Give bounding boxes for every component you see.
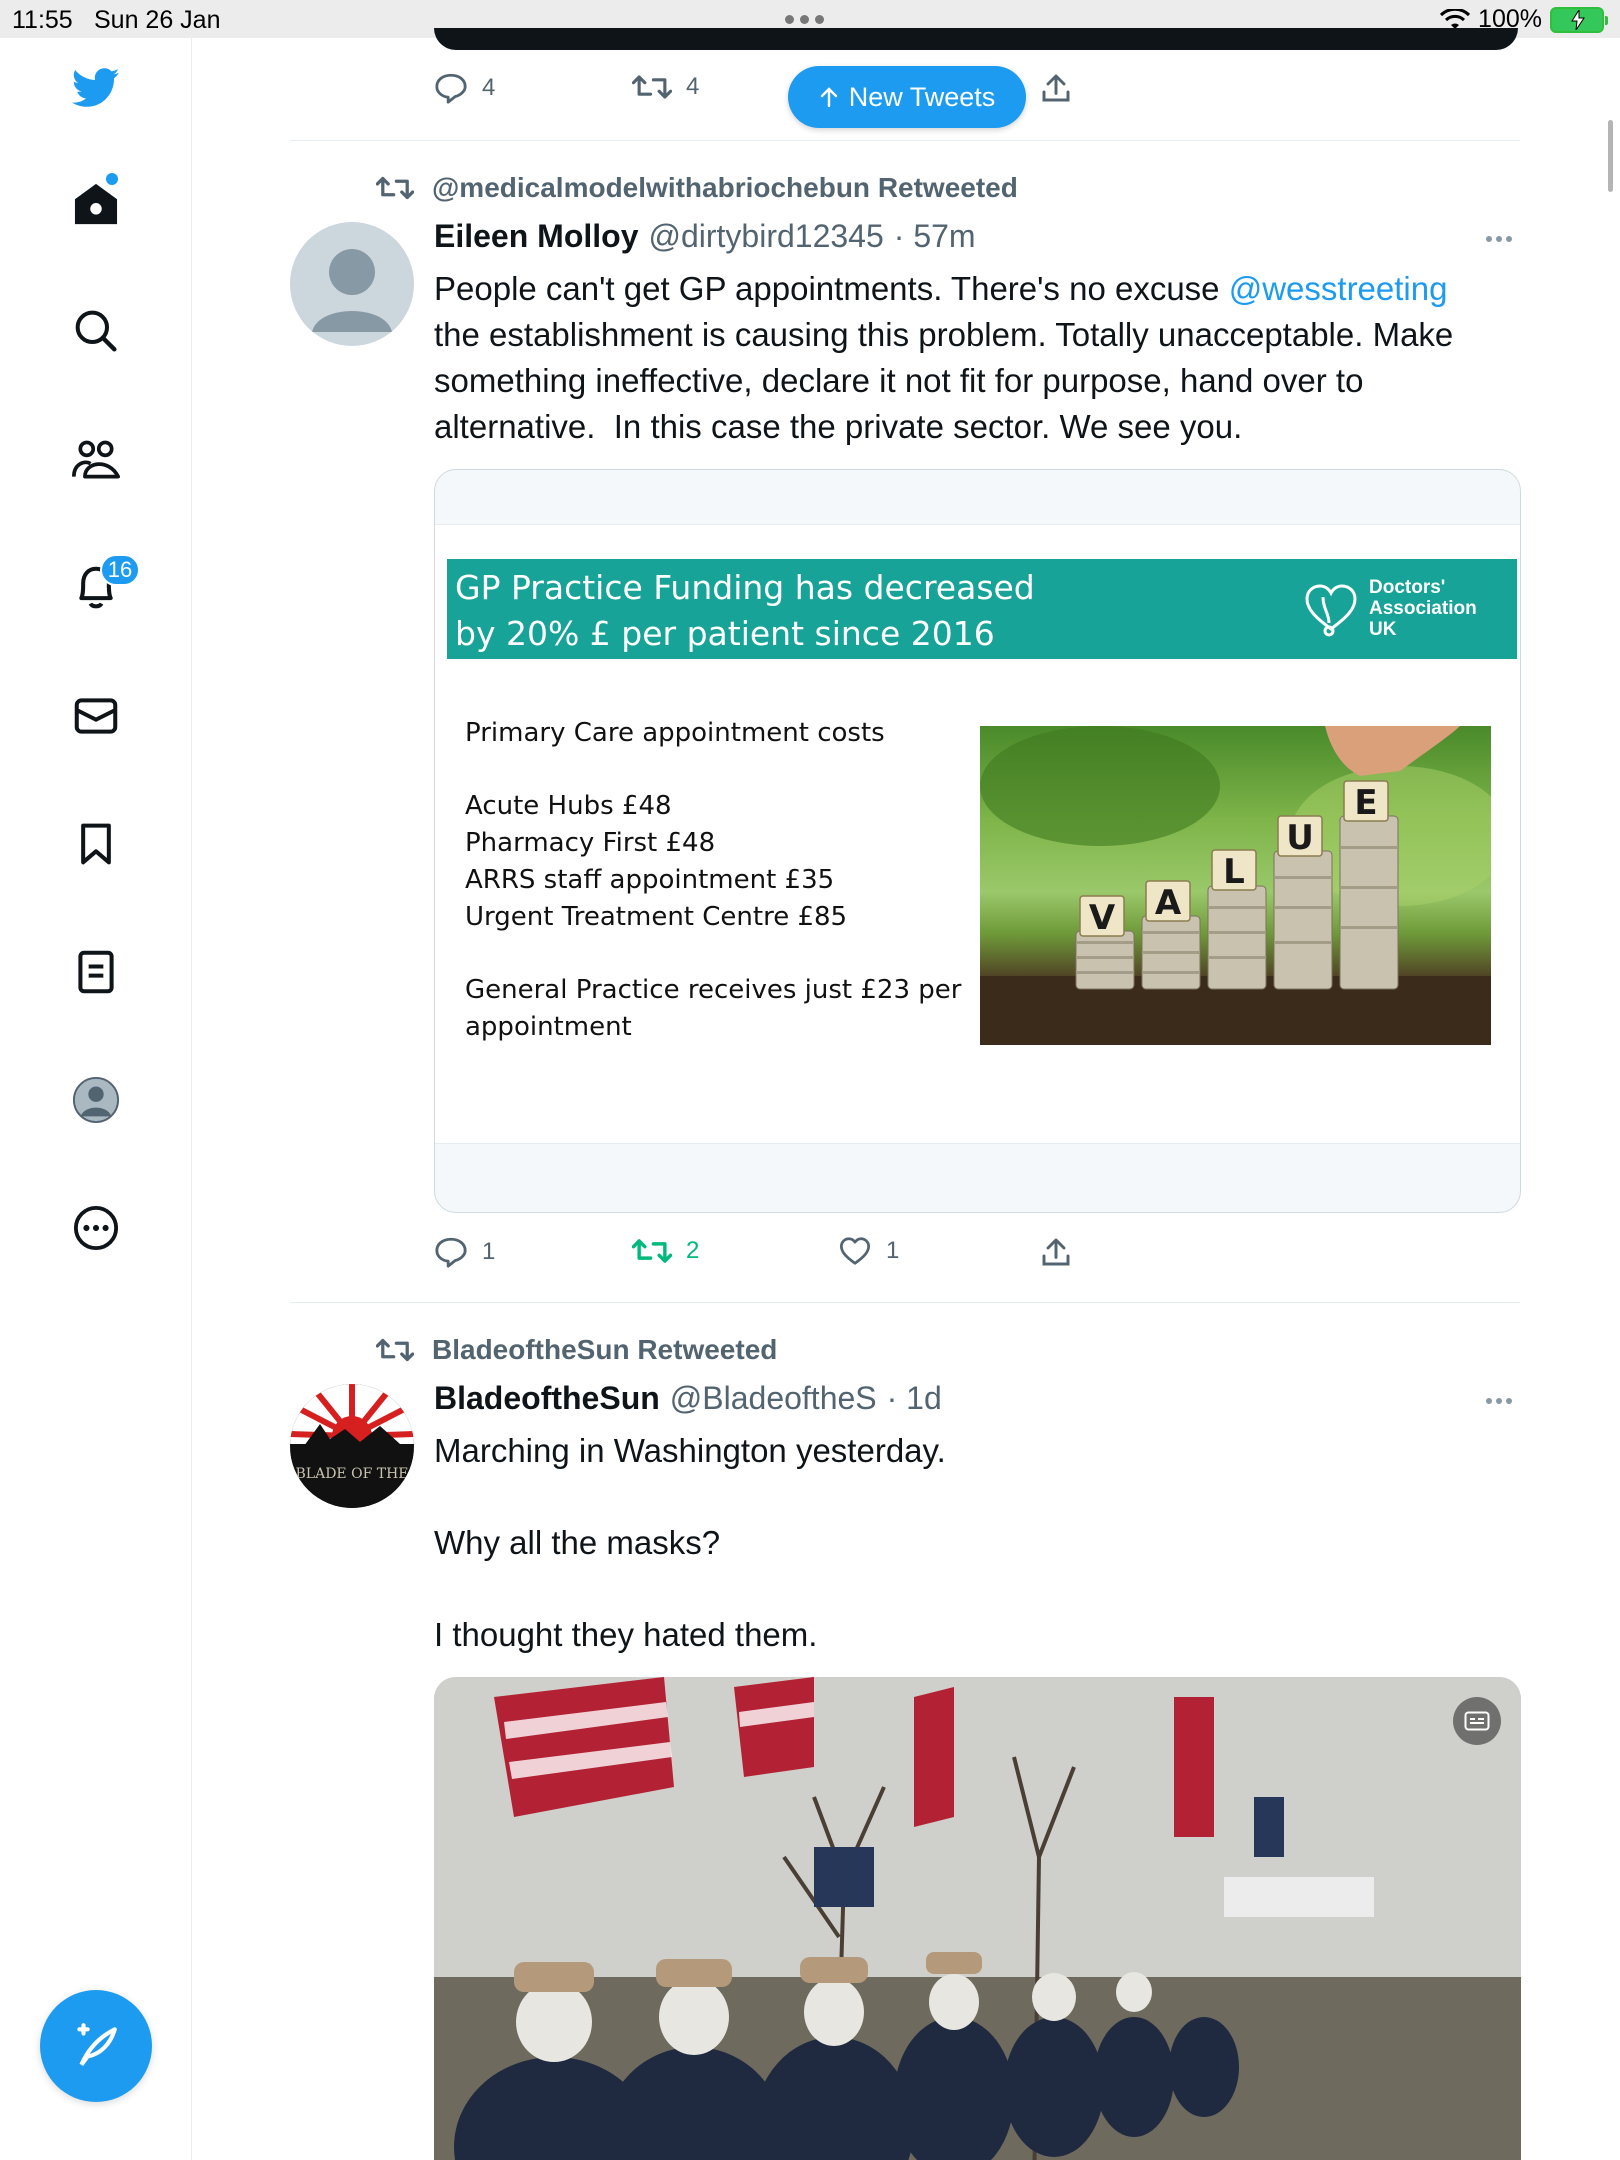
more-options-icon[interactable]: [1486, 1398, 1512, 1404]
new-tweets-button[interactable]: New Tweets: [788, 66, 1026, 128]
retweet-count: 2: [686, 1237, 700, 1264]
notifications-badge: 16: [100, 554, 140, 586]
retweet-context[interactable]: BladeoftheSun Retweeted: [376, 1334, 777, 1366]
status-date: Sun 26 Jan: [94, 6, 221, 34]
previous-tweet-media[interactable]: [434, 28, 1518, 50]
profile-avatar[interactable]: [72, 1076, 120, 1124]
home-icon[interactable]: [72, 180, 120, 228]
mention-link[interactable]: @wesstreeting: [1229, 270, 1448, 307]
reply-count: 1: [482, 1238, 496, 1265]
photo-letter: E: [1354, 783, 1377, 823]
org-line: Doctors': [1369, 577, 1446, 598]
photo-letter: U: [1286, 818, 1314, 858]
photo-letter: V: [1089, 898, 1116, 938]
retweet-small-icon: [376, 176, 414, 200]
retweet-button[interactable]: 4: [632, 72, 699, 102]
share-icon: [1042, 74, 1070, 102]
author-name[interactable]: BladeoftheSun: [434, 1380, 660, 1417]
heart-icon: [840, 1237, 870, 1265]
org-line: UK: [1369, 619, 1397, 640]
scrollbar[interactable]: [1608, 120, 1613, 192]
cost-item: Acute Hubs £48: [465, 791, 672, 821]
tweet-image[interactable]: GP Practice Funding has decreased by 20%…: [434, 469, 1521, 1213]
author-name[interactable]: Eileen Molloy: [434, 218, 638, 255]
photo-letter: L: [1223, 852, 1245, 892]
retweet-button[interactable]: 2: [632, 1236, 699, 1266]
battery-icon: [1550, 6, 1608, 33]
tweet-text: People can't get GP appointments. There'…: [434, 266, 1524, 450]
cost-item: ARRS staff appointment £35: [465, 865, 835, 895]
status-time: 11:55: [12, 6, 73, 34]
author-avatar[interactable]: [290, 222, 414, 346]
search-icon[interactable]: [72, 307, 120, 355]
banner-title: GP Practice Funding has decreased by 20%…: [455, 568, 1035, 653]
tweet-time[interactable]: · 1d: [887, 1380, 942, 1417]
org-line: Association: [1369, 598, 1477, 619]
slide-text: Primary Care appointment costs Acute Hub…: [465, 715, 985, 1046]
avatar-text: BLADE OF THE: [296, 1466, 409, 1482]
retweeted-by-label: BladeoftheSun Retweeted: [432, 1334, 778, 1365]
slide-footer: General Practice receives just £23 per a…: [465, 975, 962, 1042]
retweeted-by-label: @medicalmodelwithabriochebun Retweeted: [432, 172, 1018, 203]
slide: GP Practice Funding has decreased by 20%…: [435, 524, 1520, 1144]
tweet-text: Marching in Washington yesterday. Why al…: [434, 1432, 946, 1653]
doctors-association-logo: Doctors' Association UK: [1301, 577, 1477, 640]
like-button[interactable]: 1: [838, 1236, 899, 1266]
retweet-icon: [632, 75, 672, 99]
home-unread-dot: [106, 173, 118, 185]
photo-letter: A: [1155, 883, 1182, 923]
reply-icon: [435, 73, 467, 104]
retweet-count: 4: [686, 73, 700, 100]
slide-heading: Primary Care appointment costs: [465, 718, 885, 748]
compose-icon: [77, 2023, 117, 2066]
tweet-header: Eileen Molloy @dirtybird12345 · 57m: [434, 218, 976, 255]
mail-icon[interactable]: [72, 692, 120, 740]
bookmark-icon[interactable]: [72, 820, 120, 868]
cost-item: Pharmacy First £48: [465, 828, 716, 858]
tweet-time[interactable]: · 57m: [894, 218, 976, 255]
multitasking-dots-icon[interactable]: [785, 15, 824, 24]
new-tweets-label: New Tweets: [848, 81, 996, 112]
share-button[interactable]: [1040, 1236, 1072, 1268]
retweet-small-icon: [376, 1338, 414, 1362]
like-count: 1: [886, 1237, 900, 1264]
lists-icon[interactable]: [72, 948, 120, 996]
tweet-divider: [290, 140, 1520, 141]
tweet-text-part: the establishment is causing this proble…: [434, 316, 1454, 445]
slide-banner: GP Practice Funding has decreased by 20%…: [447, 559, 1517, 659]
captions-icon[interactable]: [1453, 1697, 1501, 1745]
heart-stethoscope-icon: [1305, 583, 1357, 636]
value-coins-photo: V A L U E: [980, 726, 1491, 1045]
share-icon: [1042, 1238, 1070, 1266]
compose-tweet-button[interactable]: [40, 1990, 152, 2102]
tweet-header: BladeoftheSun @BladeoftheS · 1d: [434, 1380, 942, 1417]
tweet-video[interactable]: [434, 1677, 1521, 2160]
retweet-context[interactable]: @medicalmodelwithabriochebun Retweeted: [376, 172, 1018, 204]
author-handle[interactable]: @BladeoftheS: [670, 1380, 877, 1417]
author-avatar[interactable]: BLADE OF THE: [290, 1384, 414, 1508]
tweet-divider: [290, 1302, 1520, 1303]
arrow-up-icon: [820, 87, 837, 108]
reply-button[interactable]: 1: [434, 1236, 495, 1268]
reply-count: 4: [482, 74, 496, 101]
twitter-logo-icon[interactable]: [72, 64, 120, 112]
cost-item: Urgent Treatment Centre £85: [465, 902, 848, 932]
reply-button[interactable]: 4: [434, 72, 495, 104]
author-handle[interactable]: @dirtybird12345: [648, 218, 883, 255]
reply-icon: [435, 1237, 467, 1268]
more-icon[interactable]: [72, 1204, 120, 1252]
more-options-icon[interactable]: [1486, 236, 1512, 242]
communities-icon[interactable]: [72, 436, 120, 484]
share-button[interactable]: [1040, 72, 1072, 104]
tweet-text-part: People can't get GP appointments. There'…: [434, 270, 1229, 307]
retweet-icon: [632, 1239, 672, 1263]
